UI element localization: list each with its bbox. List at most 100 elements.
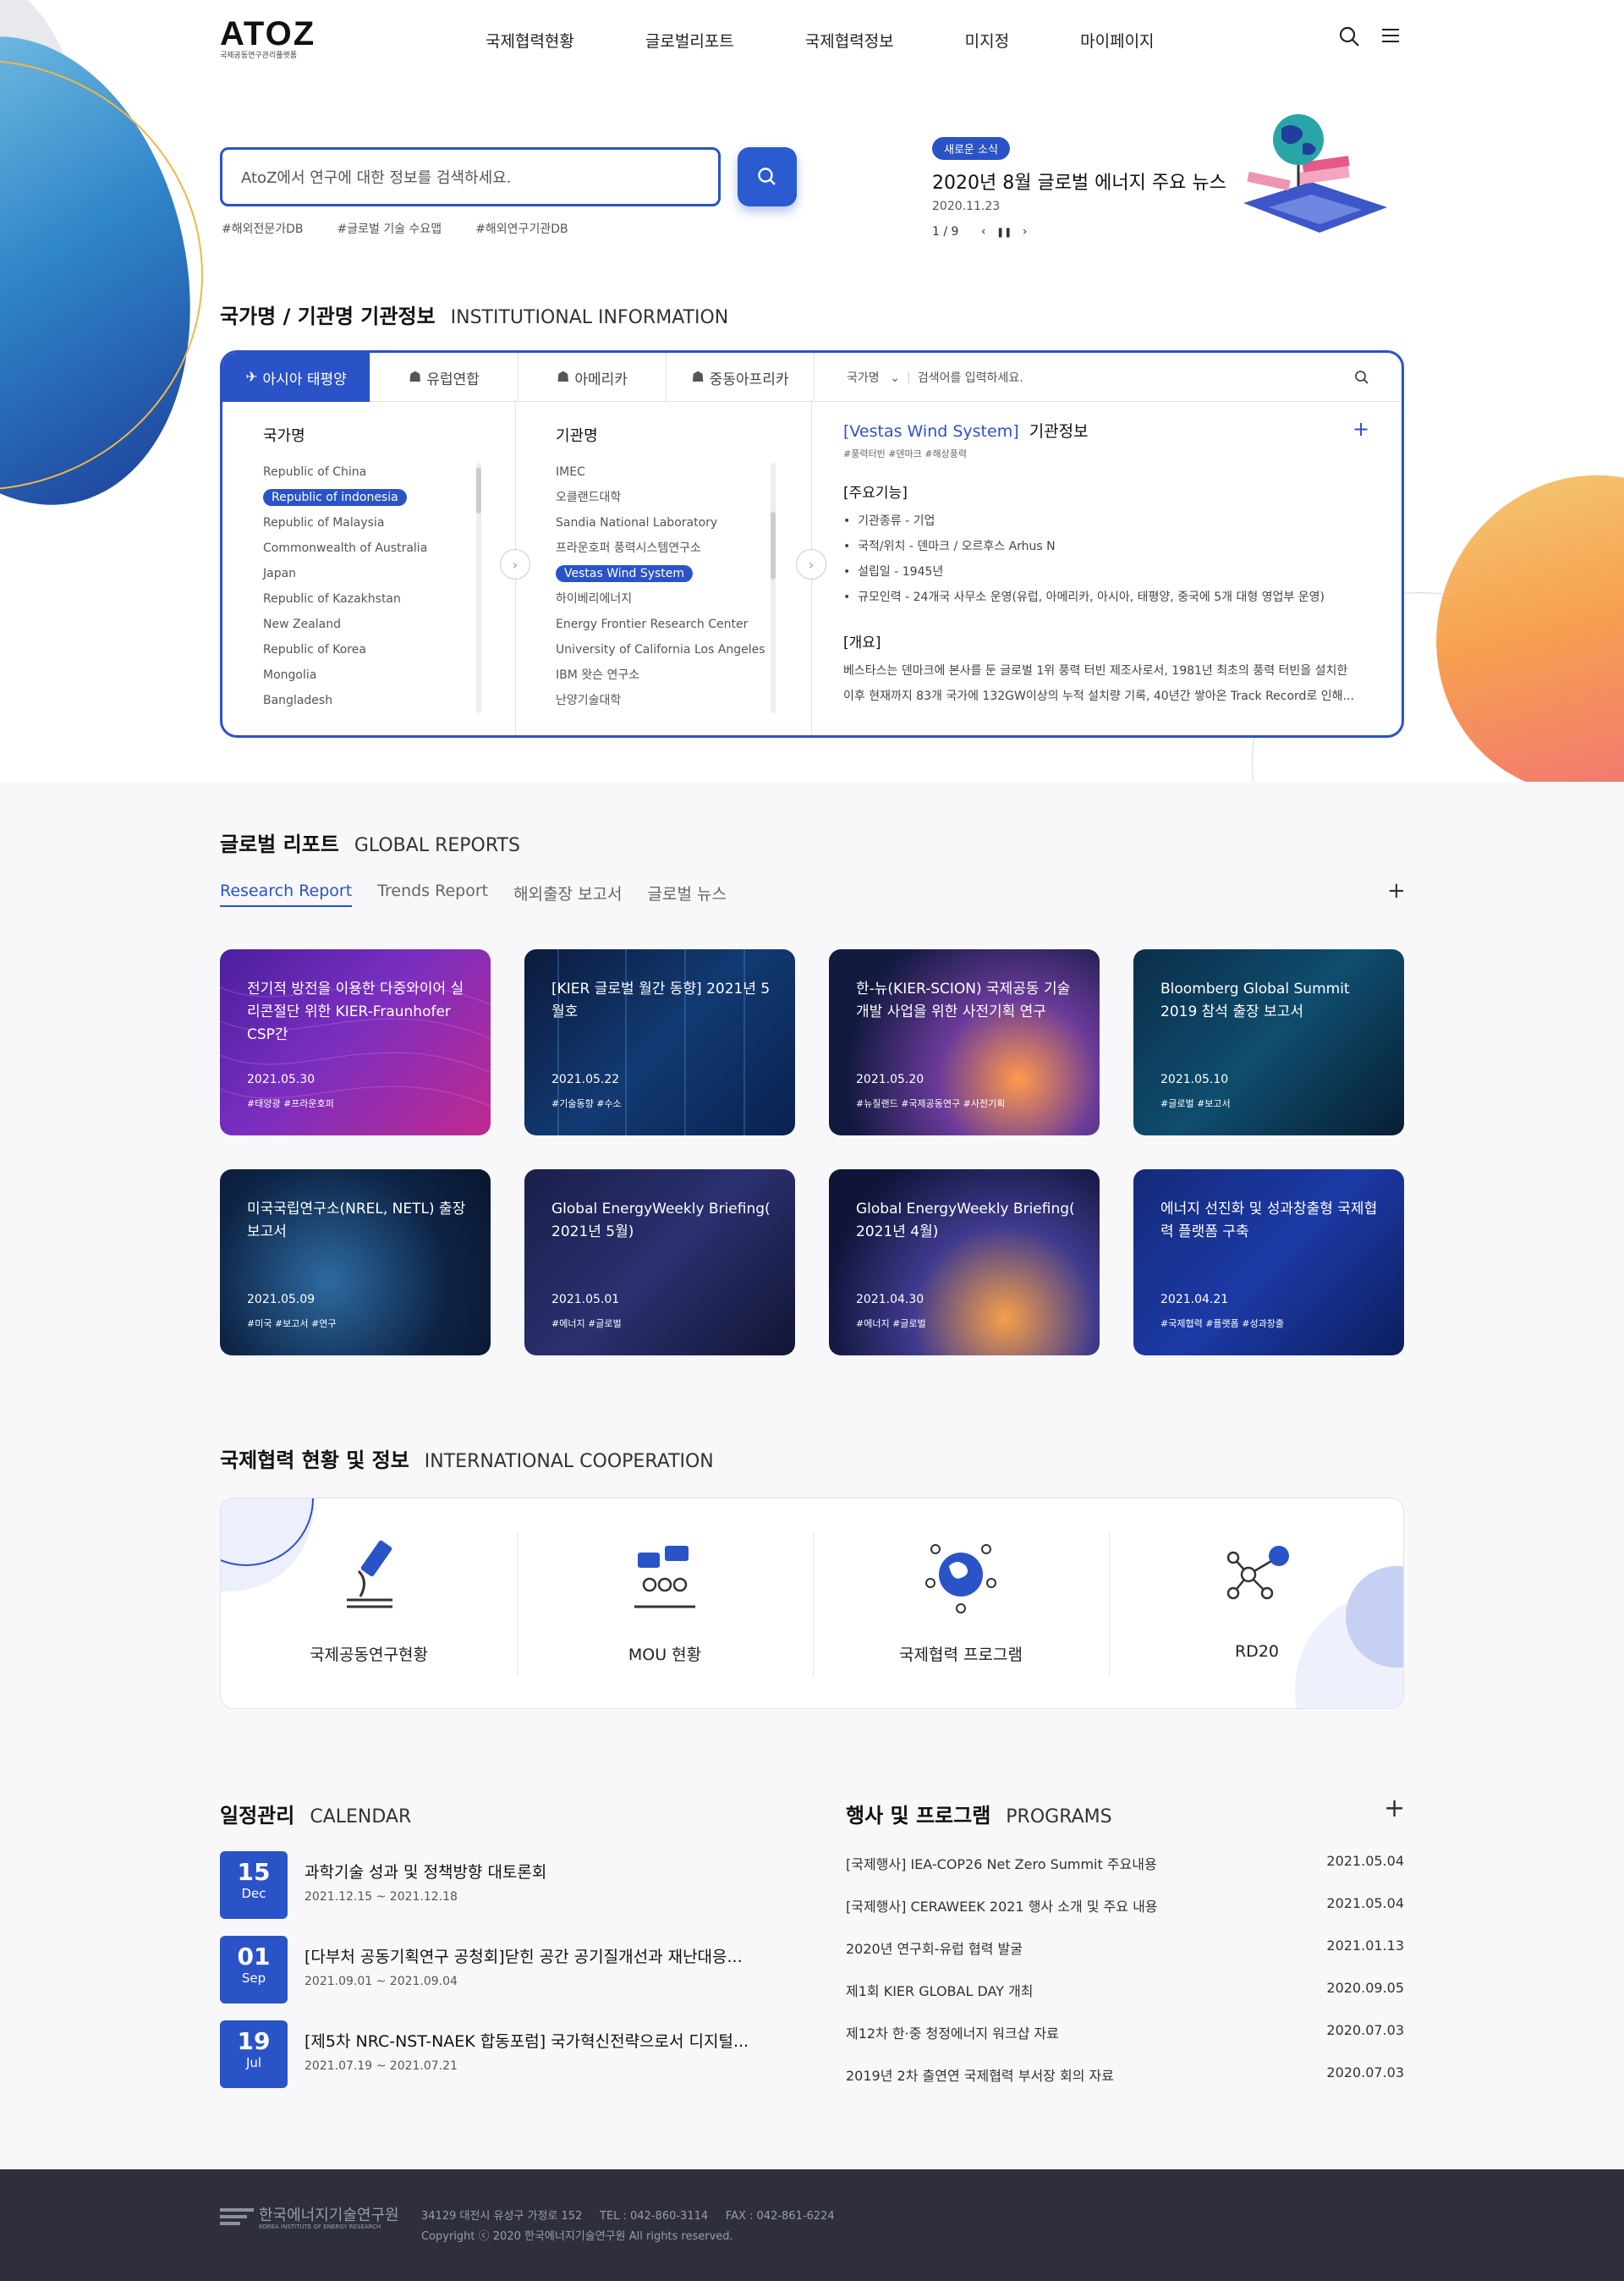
coop-item[interactable]: RD20 (1109, 1532, 1403, 1676)
site-logo[interactable]: ATOZ (220, 15, 315, 53)
report-card[interactable]: Bloomberg Global Summit 2019 참석 출장 보고서 2… (1133, 949, 1404, 1135)
country-item[interactable]: Mongolia (263, 662, 427, 688)
country-item[interactable]: New Zealand (263, 612, 427, 637)
chevron-left-icon[interactable]: ‹ (981, 225, 986, 239)
org-scroll-thumb[interactable] (771, 512, 776, 580)
calendar-event-title[interactable]: [제5차 NRC-NST-NAEK 합동포럼] 국가혁신전략으로서 디지털... (304, 2029, 749, 2052)
info-list: • 기관종류 - 기업 • 국적/위치 - 덴마크 / 오르후스 Arhus N… (843, 508, 1359, 610)
org-item[interactable]: Energy Frontier Research Center (556, 612, 765, 637)
nav-item[interactable]: 미지정 (965, 29, 1009, 52)
report-card[interactable]: 에너지 선진화 및 성과창출형 국제협력 플랫폼 구축 2021.04.21 #… (1133, 1169, 1404, 1355)
divider (908, 371, 909, 383)
country-item[interactable]: Japan (263, 561, 427, 586)
search-tag[interactable]: #해외전문가DB (222, 220, 304, 237)
news-date: 2020.11.23 (932, 200, 1001, 213)
coop-item[interactable]: MOU 현황 (517, 1532, 813, 1676)
country-item[interactable]: Republic of China (263, 459, 427, 485)
org-item[interactable]: IBM 왓슨 연구소 (556, 662, 765, 688)
footer-copyright: Copyright ⓒ 2020 한국에너지기술연구원 All rights r… (421, 2230, 733, 2243)
info-heading-label: 기관정보 (1029, 422, 1089, 441)
info-section-heading: [개요] (843, 635, 881, 651)
country-scroll-thumb[interactable] (476, 468, 481, 514)
nav-item[interactable]: 글로벌리포트 (645, 29, 734, 52)
program-row[interactable]: 2019년 2차 출연연 국제협력 부서장 회의 자료 2020.07.03 (846, 2064, 1404, 2085)
tab-europe[interactable]: ☗ 유럽연합 (370, 353, 518, 402)
search-tags: #해외전문가DB #글로벌 기술 수요맵 #해외연구기관DB (222, 220, 568, 237)
tab-trip-report[interactable]: 해외출장 보고서 (513, 882, 622, 907)
country-item[interactable]: Bangladesh (263, 688, 427, 713)
report-card[interactable]: 미국국립연구소(NREL, NETL) 출장 보고서 2021.05.09 #미… (220, 1169, 491, 1355)
org-item[interactable]: 하이베리에너지 (556, 586, 765, 612)
tab-research-report[interactable]: Research Report (220, 882, 353, 907)
section-title-ko: 행사 및 프로그램 (846, 1804, 991, 1828)
org-scrollbar[interactable] (771, 463, 776, 713)
org-item[interactable]: 난양기술대학 (556, 688, 765, 713)
info-list-text: 국적/위치 - 덴마크 / 오르후스 Arhus N (858, 540, 1056, 553)
calendar-event-title[interactable]: 과학기술 성과 및 정책방향 대토론회 (304, 1860, 546, 1883)
org-item[interactable]: 프라운호퍼 풍력시스템연구소 (556, 536, 765, 561)
tab-trends-report[interactable]: Trends Report (377, 882, 488, 907)
menu-icon[interactable] (1380, 25, 1401, 46)
tab-label: 아시아 태평양 (262, 371, 347, 388)
search-type-select[interactable]: 국가명 ⌄ (847, 369, 908, 386)
globe-icon: ✈ (245, 369, 258, 386)
calendar-date-badge: 01 Sep (220, 1936, 288, 2003)
org-item[interactable]: Sandia National Laboratory (556, 510, 765, 536)
country-item[interactable]: Republic of Malaysia (263, 510, 427, 536)
program-row[interactable]: [국제행사] IEA-COP26 Net Zero Summit 주요내용 202… (846, 1853, 1404, 1873)
chevron-right-icon[interactable]: › (796, 549, 826, 580)
report-card[interactable]: Global EnergyWeekly Briefing( 2021년 5월) … (524, 1169, 795, 1355)
program-date: 2021.01.13 (1326, 1937, 1404, 1954)
report-card[interactable]: 전기적 방전을 이용한 다중와이어 실리콘절단 위한 KIER-Fraunhof… (220, 949, 491, 1135)
program-row[interactable]: 제12차 한·중 청정에너지 워크샵 자료 2020.07.03 (846, 2022, 1404, 2042)
search-icon[interactable] (1354, 370, 1369, 385)
plus-icon[interactable]: + (1387, 878, 1406, 904)
chevron-right-icon[interactable]: › (1023, 225, 1028, 239)
chevron-right-icon[interactable]: › (500, 549, 530, 580)
coop-item[interactable]: 국제공동연구현황 (221, 1532, 517, 1676)
country-item[interactable]: Republic of Korea (263, 637, 427, 662)
org-item-selected[interactable]: Vestas Wind System (556, 565, 694, 582)
country-item[interactable]: Commonwealth of Australia (263, 536, 427, 561)
program-row[interactable]: 제1회 KIER GLOBAL DAY 개최 2020.09.05 (846, 1980, 1404, 2000)
info-list-item: • 기관종류 - 기업 (843, 514, 935, 528)
tab-label: 아메리카 (574, 371, 628, 388)
org-item[interactable]: 오클랜드대학 (556, 485, 765, 510)
nav-item[interactable]: 국제협력정보 (805, 29, 894, 52)
calendar-event-title[interactable]: [다부처 공동기획연구 공청회]닫힌 공간 공기질개선과 재난대응... (304, 1944, 743, 1967)
reports-section-title: 글로벌 리포트 GLOBAL REPORTS (220, 827, 520, 857)
tab-global-news[interactable]: 글로벌 뉴스 (648, 882, 727, 907)
country-item-selected[interactable]: Republic of indonesia (263, 489, 407, 506)
org-item[interactable]: IMEC (556, 459, 765, 485)
tab-middle-east-africa[interactable]: ☗ 중동아프리카 (667, 353, 815, 402)
program-row[interactable]: 2020년 연구회-유럽 협력 발굴 2021.01.13 (846, 1937, 1404, 1958)
calendar-event-range: 2021.09.01 ~ 2021.09.04 (304, 1975, 458, 1988)
plus-icon[interactable]: + (1384, 1794, 1405, 1823)
nav-item[interactable]: 국제협력현황 (486, 29, 574, 52)
country-item[interactable]: Republic of Kazakhstan (263, 586, 427, 612)
institution-search-input[interactable]: 검색어를 입력하세요. (918, 369, 1332, 386)
report-card[interactable]: [KIER 글로벌 월간 동향] 2021년 5월호 2021.05.22 #기… (524, 949, 795, 1135)
report-card[interactable]: 한-뉴(KIER-SCION) 국제공동 기술개발 사업을 위한 사전기획 연구… (829, 949, 1100, 1135)
info-list-item: • 규모인력 - 24개국 사무소 운영(유럽, 아메리카, 아시아, 태평양,… (843, 591, 1325, 604)
footer-address: 34129 대전시 유성구 가정로 152 TEL : 042-860-3114… (421, 2210, 835, 2223)
search-tag[interactable]: #글로벌 기술 수요맵 (337, 220, 442, 237)
report-card-title: 미국국립연구소(NREL, NETL) 출장 보고서 (247, 1201, 466, 1240)
plus-icon[interactable]: + (1352, 417, 1369, 441)
report-card[interactable]: Global EnergyWeekly Briefing( 2021년 4월) … (829, 1169, 1100, 1355)
report-card-date: 2021.05.30 (247, 1073, 315, 1086)
main-search-input[interactable]: AtoZ에서 연구에 대한 정보를 검색하세요. (220, 147, 721, 206)
search-icon[interactable] (1338, 25, 1360, 47)
report-card-date: 2021.05.09 (247, 1293, 315, 1306)
news-title[interactable]: 2020년 8월 글로벌 에너지 주요 뉴스 (932, 168, 1226, 195)
org-item[interactable]: University of California Los Angeles (556, 637, 765, 662)
main-nav: 국제협력현황 글로벌리포트 국제협력정보 미지정 마이페이지 (486, 29, 1226, 52)
search-tag[interactable]: #해외연구기관DB (475, 220, 568, 237)
coop-item[interactable]: 국제협력 프로그램 (813, 1532, 1109, 1676)
nav-item[interactable]: 마이페이지 (1080, 29, 1154, 52)
main-search-button[interactable] (738, 147, 797, 206)
pause-icon[interactable]: ❚❚ (996, 227, 1012, 238)
tab-americas[interactable]: ☗ 아메리카 (518, 353, 667, 402)
program-row[interactable]: [국제행사] CERAWEEK 2021 행사 소개 및 주요 내용 2021.0… (846, 1895, 1404, 1915)
tab-asia-pacific[interactable]: ✈ 아시아 태평양 (222, 353, 370, 402)
